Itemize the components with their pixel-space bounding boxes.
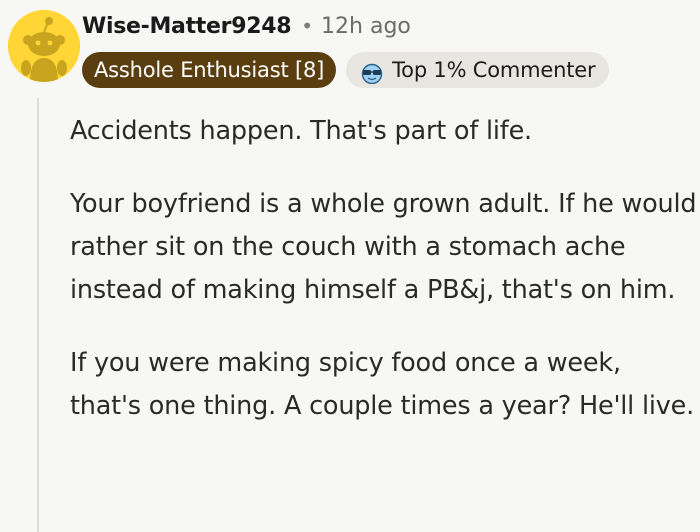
- top-commenter-label: Top 1% Commenter: [392, 58, 596, 82]
- user-badges: Asshole Enthusiast [8] Top 1% Commenter: [82, 52, 610, 88]
- thread-collapse-line[interactable]: [37, 98, 39, 532]
- username-link[interactable]: Wise-Matter9248: [82, 14, 292, 39]
- snoo-avatar-icon: [8, 10, 80, 82]
- user-avatar[interactable]: [8, 10, 80, 82]
- comment-paragraph: If you were making spicy food once a wee…: [70, 348, 695, 421]
- comment-body: Accidents happen. That's part of life. Y…: [70, 110, 698, 458]
- sunglasses-badge-icon: [358, 59, 386, 85]
- comment-header: Wise-Matter9248 • 12h ago: [82, 14, 411, 39]
- user-flair: Asshole Enthusiast [8]: [82, 52, 337, 88]
- comment-paragraph: Your boyfriend is a whole grown adult. I…: [70, 189, 697, 305]
- separator-dot: •: [301, 14, 314, 38]
- comment: Wise-Matter9248 • 12h ago Asshole Enthus…: [0, 0, 700, 532]
- top-commenter-badge[interactable]: Top 1% Commenter: [346, 52, 610, 88]
- timestamp[interactable]: 12h ago: [321, 14, 411, 39]
- comment-paragraph: Accidents happen. That's part of life.: [70, 116, 532, 146]
